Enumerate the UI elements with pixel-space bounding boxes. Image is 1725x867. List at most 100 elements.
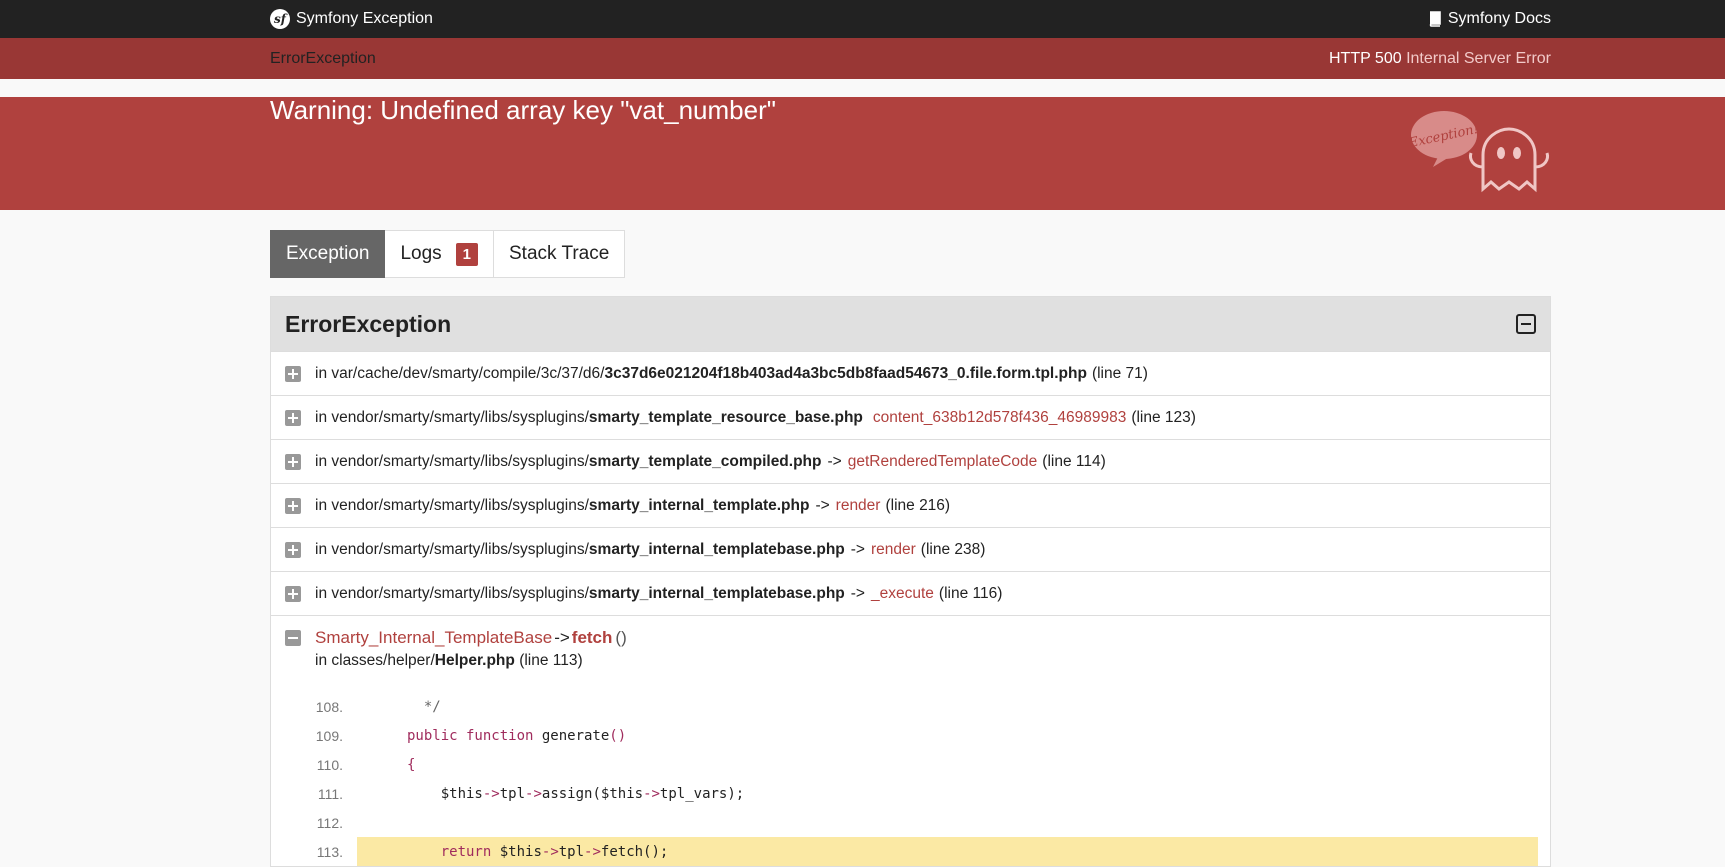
code-token: tpl xyxy=(499,785,526,802)
trace-function: render xyxy=(835,496,881,514)
trace-line: (line 116) xyxy=(938,584,1003,602)
docs-link[interactable]: Symfony Docs xyxy=(1428,10,1551,28)
trace-path: in vendor/smarty/smarty/libs/sysplugins/… xyxy=(315,541,845,559)
exception-class: ErrorException xyxy=(270,49,376,67)
code-token: fetch(); xyxy=(600,843,669,860)
trace-function: render xyxy=(870,540,916,558)
source xyxy=(357,808,1538,837)
trace-arrow: -> xyxy=(850,584,865,602)
line-number: 113. xyxy=(316,843,343,860)
line-number: 109. xyxy=(315,727,343,744)
trace-row[interactable]: in var/cache/dev/smarty/compile/3c/37/d6… xyxy=(271,351,1550,395)
code-token: -> xyxy=(525,785,542,802)
trace-file: smarty_template_compiled.php xyxy=(588,452,822,470)
expand-icon[interactable] xyxy=(285,453,301,470)
trace-method: fetch xyxy=(571,628,613,647)
brand-label: Symfony Exception xyxy=(296,10,433,27)
trace-arrow: -> xyxy=(554,628,570,647)
trace-line: (line 238) xyxy=(920,540,986,558)
brand[interactable]: sf Symfony Exception xyxy=(270,9,433,29)
code-token: tpl_vars); xyxy=(659,785,745,802)
code-token: -> xyxy=(541,843,559,860)
trace-file: 3c37d6e021204f18b403ad4a3bc5db8faad54673… xyxy=(604,364,1087,382)
highlighted-source: return $this -> tpl -> fetch(); xyxy=(357,837,1538,866)
trace-parens: () xyxy=(615,628,627,647)
tab-stack-trace[interactable]: Stack Trace xyxy=(494,230,626,278)
trace-row[interactable]: in vendor/smarty/smarty/libs/sysplugins/… xyxy=(271,439,1550,483)
tab-logs[interactable]: Logs 1 xyxy=(385,230,494,278)
tab-exception-label: Exception xyxy=(286,243,370,264)
trace-path: in vendor/smarty/smarty/libs/sysplugins/… xyxy=(315,409,863,427)
code-excerpt: 108. */ 109. public function generate() 110… xyxy=(285,692,1550,866)
code-line: 108. */ xyxy=(285,692,1550,721)
code-line: 111. $this -> tpl -> assign($this -> tpl_vars)… xyxy=(285,779,1550,808)
expand-icon[interactable] xyxy=(285,585,301,602)
code-line: 110. { xyxy=(285,750,1550,779)
code-token: public function xyxy=(407,727,542,744)
code-token: -> xyxy=(482,785,500,802)
exception-ghost-icon: Exception! xyxy=(1411,111,1549,193)
exception-panel: ErrorException in var/cache/dev/smarty/c… xyxy=(270,296,1551,867)
trace-function: content_638b12d578f436_46989983 xyxy=(872,408,1127,426)
status-code: HTTP 500 xyxy=(1328,49,1402,67)
code-token: -> xyxy=(584,843,601,860)
expand-icon[interactable] xyxy=(285,541,301,558)
exception-message: Warning: Undefined array key "vat_number… xyxy=(270,95,776,125)
code-token: return xyxy=(440,843,500,860)
trace-row[interactable]: in vendor/smarty/smarty/libs/sysplugins/… xyxy=(271,571,1550,615)
panel-title: ErrorException xyxy=(285,310,452,337)
tab-stack-trace-label: Stack Trace xyxy=(509,243,610,264)
expand-icon[interactable] xyxy=(285,409,301,426)
source: { xyxy=(357,750,1538,779)
book-icon xyxy=(1429,11,1441,27)
trace-file: smarty_internal_templatebase.php xyxy=(588,540,845,558)
trace-arrow: -> xyxy=(850,540,865,558)
exception-header: Warning: Undefined array key "vat_number… xyxy=(0,97,1725,210)
logs-count-badge: 1 xyxy=(455,242,478,266)
code-token: generate xyxy=(541,727,610,744)
line-number: 112. xyxy=(316,814,343,831)
trace-path: in vendor/smarty/smarty/libs/sysplugins/… xyxy=(315,497,809,515)
trace-file-location: in classes/helper/Helper.php (line 113) xyxy=(315,652,1550,670)
file-name: Helper.php xyxy=(434,652,515,669)
code-token: { xyxy=(407,756,416,773)
trace-row[interactable]: in vendor/smarty/smarty/libs/sysplugins/… xyxy=(271,483,1550,527)
code-token: tpl xyxy=(558,843,585,860)
code-token: assign( xyxy=(541,785,601,802)
line-number: 108. xyxy=(315,698,343,715)
tab-logs-label: Logs xyxy=(400,243,442,264)
trace-row[interactable]: in vendor/smarty/smarty/libs/sysplugins/… xyxy=(271,527,1550,571)
collapse-entry-icon[interactable] xyxy=(285,630,301,646)
tab-bar: Exception Logs 1 Stack Trace xyxy=(270,230,1551,278)
trace-function: _execute xyxy=(870,584,934,602)
code-token: */ xyxy=(423,698,441,715)
code-token: $this xyxy=(499,843,542,860)
source: $this -> tpl -> assign($this -> tpl_vars); xyxy=(357,779,1538,808)
line-number: 111. xyxy=(317,785,343,802)
docs-label: Symfony Docs xyxy=(1447,10,1551,27)
expand-icon[interactable] xyxy=(285,365,301,382)
tab-exception[interactable]: Exception xyxy=(270,230,386,278)
trace-path: in vendor/smarty/smarty/libs/sysplugins/… xyxy=(315,453,822,471)
trace-line: (line 71) xyxy=(1091,364,1148,382)
code-line: 113. return $this -> tpl -> fetch(); xyxy=(285,837,1550,866)
expanded-trace-entry: Smarty_Internal_TemplateBase -> fetch ()… xyxy=(271,615,1550,866)
trace-prefix: in var/cache/dev/smarty/compile/3c/37/d6… xyxy=(315,364,605,382)
trace-row[interactable]: in vendor/smarty/smarty/libs/sysplugins/… xyxy=(271,395,1550,439)
http-status: HTTP 500 Internal Server Error xyxy=(1329,50,1551,68)
trace-function: getRenderedTemplateCode xyxy=(847,452,1038,470)
trace-prefix: in vendor/smarty/smarty/libs/sysplugins/ xyxy=(315,540,589,558)
top-bar: sf Symfony Exception Symfony Docs xyxy=(0,0,1725,38)
trace-line: (line 123) xyxy=(1131,408,1196,426)
trace-list: in var/cache/dev/smarty/compile/3c/37/d6… xyxy=(271,351,1550,615)
symfony-logo-icon: sf xyxy=(270,9,290,29)
code-token: () xyxy=(609,727,627,744)
status-text: Internal Server Error xyxy=(1406,49,1551,67)
line-number: 110. xyxy=(316,756,343,773)
expand-icon[interactable] xyxy=(285,497,301,514)
code-token: -> xyxy=(643,785,660,802)
collapse-toggle-icon[interactable] xyxy=(1516,314,1536,334)
trace-path: in vendor/smarty/smarty/libs/sysplugins/… xyxy=(315,585,845,603)
